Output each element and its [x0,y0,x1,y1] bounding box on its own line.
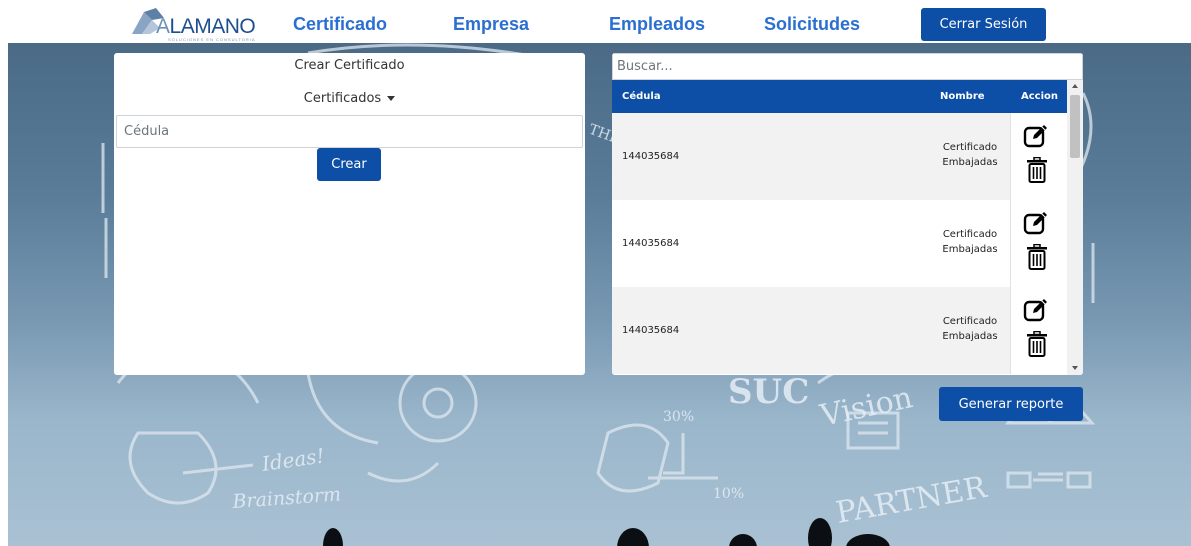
logo-tagline: SOLUCIONES EN CONSULTORIA [168,37,256,42]
bg-text-vision: Vision [816,380,915,434]
bg-text-30: 30% [663,409,694,425]
bg-text-ideas: Ideas! [259,443,325,476]
nav-solicitudes[interactable]: Solicitudes [764,14,860,35]
edit-icon[interactable] [1023,210,1049,236]
table-header: Cédula Nombre Accion [612,80,1067,113]
cell-actions [1010,287,1067,374]
scroll-up-arrow-icon[interactable] [1072,84,1078,88]
certificados-dropdown[interactable]: Certificados [114,91,585,106]
table-row: 144035684 Certificado Embajadas [612,200,1067,287]
search-input[interactable] [612,53,1083,80]
cell-nombre: Certificado Embajadas [940,314,1000,344]
cell-actions [1010,113,1067,200]
dropdown-label: Certificados [303,91,382,106]
edit-icon[interactable] [1023,123,1049,149]
table-scrollbar[interactable] [1067,80,1083,375]
table-row: 144035684 Certificado Embajadas [612,287,1067,374]
logo-text-rest: LAMANO [169,15,256,38]
scroll-down-arrow-icon[interactable] [1072,366,1078,370]
column-header-nombre: Nombre [940,91,985,102]
logout-button[interactable]: Cerrar Sesión [921,8,1046,41]
cell-cedula: 144035684 [622,325,680,336]
logo-text: ALAMANO [156,15,256,39]
scroll-thumb[interactable] [1070,95,1080,158]
certificates-table: Cédula Nombre Accion 144035684 Certifica… [612,80,1083,375]
edit-icon[interactable] [1023,297,1049,323]
cedula-input[interactable] [116,115,583,148]
cell-nombre-line1: Certificado [942,316,998,327]
bg-text-suc: SUC [728,372,809,412]
trash-icon[interactable] [1026,157,1048,183]
create-certificate-panel: Crear Certificado Certificados Crear [114,53,585,375]
nav-certificado[interactable]: Certificado [293,14,387,35]
cell-nombre: Certificado Embajadas [940,140,1000,170]
trash-icon[interactable] [1026,244,1048,270]
bg-text-brainstorm: Brainstorm [231,483,342,513]
cell-nombre-line1: Certificado [942,142,998,153]
nav-empresa[interactable]: Empresa [453,14,529,35]
crear-button[interactable]: Crear [317,148,381,181]
cell-nombre: Certificado Embajadas [940,227,1000,257]
top-navbar: ALAMANO SOLUCIONES EN CONSULTORIA Certif… [0,0,1191,43]
people-silhouettes [323,518,890,546]
nav-empleados[interactable]: Empleados [609,14,705,35]
cell-cedula: 144035684 [622,238,680,249]
column-header-cedula: Cédula [622,91,661,102]
cell-nombre-line2: Embajadas [942,244,998,255]
logo-text-first: A [156,15,170,38]
bg-text-partner: PARTNER [833,470,990,531]
cell-nombre-line2: Embajadas [942,331,998,342]
trash-icon[interactable] [1026,331,1048,357]
bg-text-10: 10% [713,486,744,502]
panel-title: Crear Certificado [294,58,405,73]
cell-nombre-line1: Certificado [942,229,998,240]
cell-nombre-line2: Embajadas [942,157,998,168]
column-header-accion: Accion [1021,91,1059,102]
generate-report-button[interactable]: Generar reporte [939,387,1083,421]
table-body: 144035684 Certificado Embajadas 14403568… [612,113,1067,375]
alamano-logo[interactable]: ALAMANO SOLUCIONES EN CONSULTORIA [130,6,270,42]
table-row: 144035684 Certificado Embajadas [612,113,1067,200]
cell-actions [1010,200,1067,287]
certificates-list-panel: Cédula Nombre Accion 144035684 Certifica… [612,53,1083,375]
caret-down-icon [387,96,396,101]
cell-cedula: 144035684 [622,151,680,162]
